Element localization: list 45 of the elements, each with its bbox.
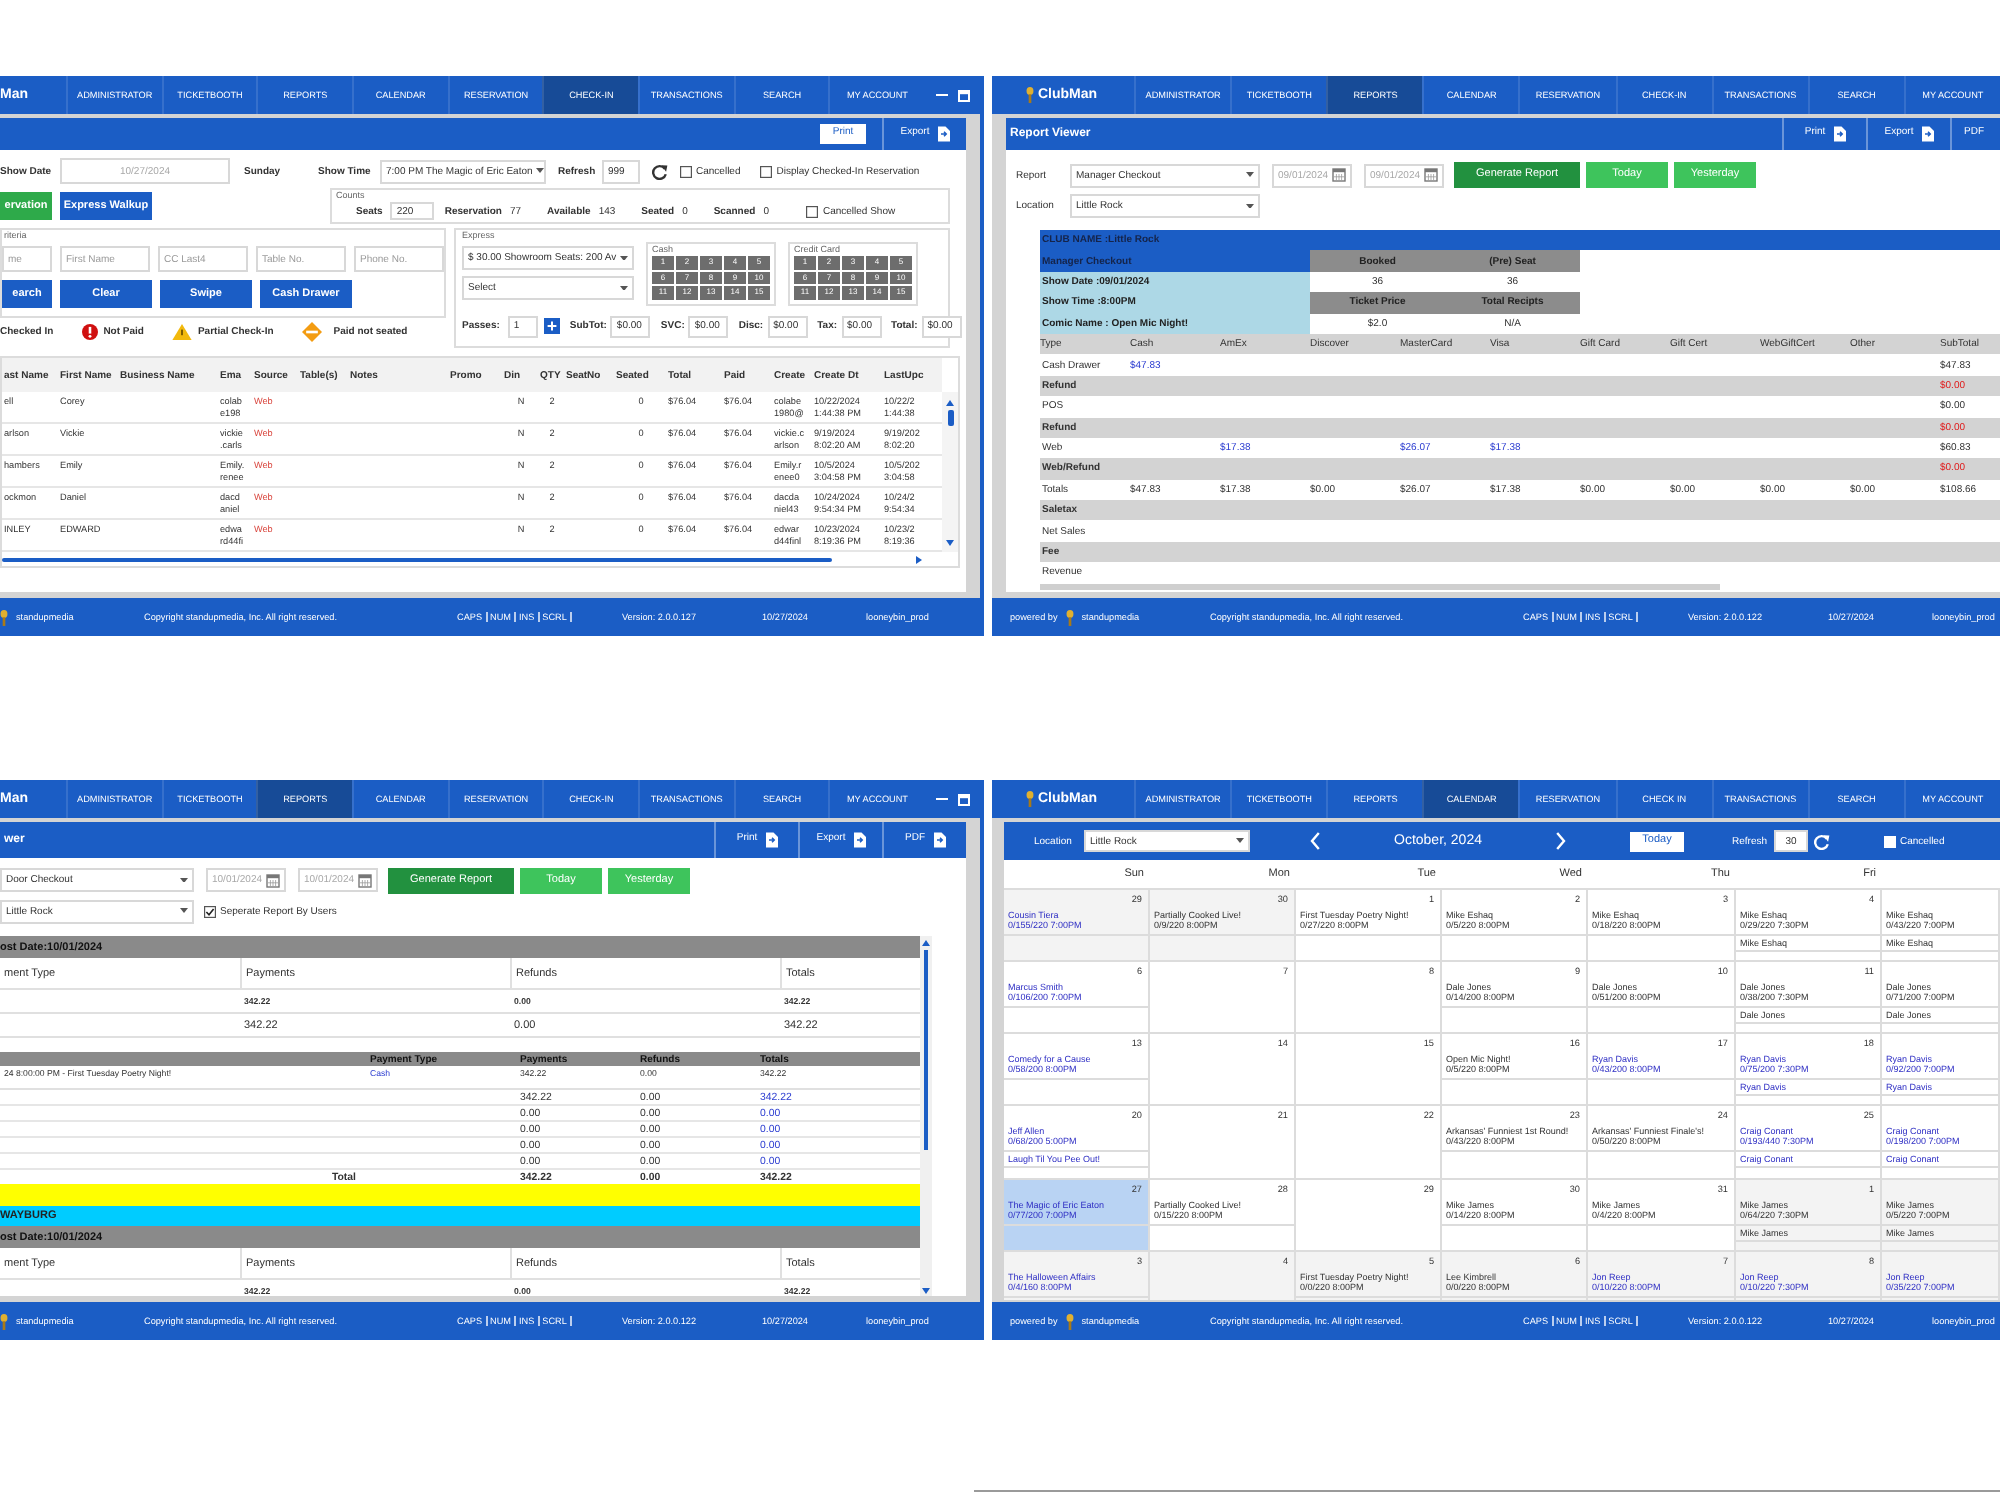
caret-icon (620, 285, 628, 291)
chevron-left-icon[interactable] (1310, 832, 1320, 850)
microphone-icon (0, 1313, 8, 1329)
microphone-icon (0, 609, 8, 625)
file-arrow-icon (937, 126, 950, 142)
scrollbar[interactable] (942, 392, 958, 552)
file-arrow-icon (765, 832, 778, 848)
scrollbar-thumb[interactable] (924, 950, 928, 1150)
caret-icon (1246, 203, 1254, 209)
arrow-down-icon[interactable] (946, 540, 954, 546)
caret-icon (180, 908, 188, 914)
restore-icon[interactable] (957, 793, 970, 805)
scrollbar-thumb[interactable] (2, 557, 832, 561)
arrow-right-icon[interactable] (916, 555, 922, 563)
refresh-icon[interactable] (652, 163, 668, 179)
checkbox[interactable] (760, 165, 773, 177)
minimize-icon[interactable] (935, 93, 948, 97)
arrow-up-icon[interactable] (922, 940, 930, 946)
scrollbar[interactable] (1040, 583, 1720, 590)
arrow-up-icon[interactable] (946, 400, 954, 406)
chevron-right-icon[interactable] (1556, 832, 1566, 850)
caret-icon (620, 255, 629, 261)
checkbox[interactable] (806, 205, 819, 217)
scrollbar[interactable] (920, 936, 932, 1296)
microphone-icon (1065, 609, 1074, 625)
checkbox[interactable] (204, 905, 216, 917)
file-arrow-icon (933, 832, 945, 848)
file-arrow-icon (853, 832, 866, 848)
add-button[interactable] (543, 318, 560, 334)
file-arrow-icon (1921, 126, 1934, 142)
alert-icon (81, 324, 98, 340)
caret-icon (536, 168, 545, 174)
minimize-icon[interactable] (935, 797, 948, 801)
microphone-icon (1065, 1313, 1074, 1329)
file-arrow-icon (1833, 126, 1846, 142)
caret-icon (180, 877, 188, 883)
caret-icon (1236, 838, 1244, 844)
arrow-down-icon[interactable] (922, 1288, 930, 1294)
checkbox[interactable] (680, 165, 692, 177)
caret-icon (1246, 172, 1254, 178)
scrollbar-thumb[interactable] (947, 410, 953, 426)
plus-icon (545, 320, 558, 332)
warning-icon (171, 324, 192, 340)
diamond-icon (301, 322, 322, 342)
restore-icon[interactable] (957, 89, 970, 101)
